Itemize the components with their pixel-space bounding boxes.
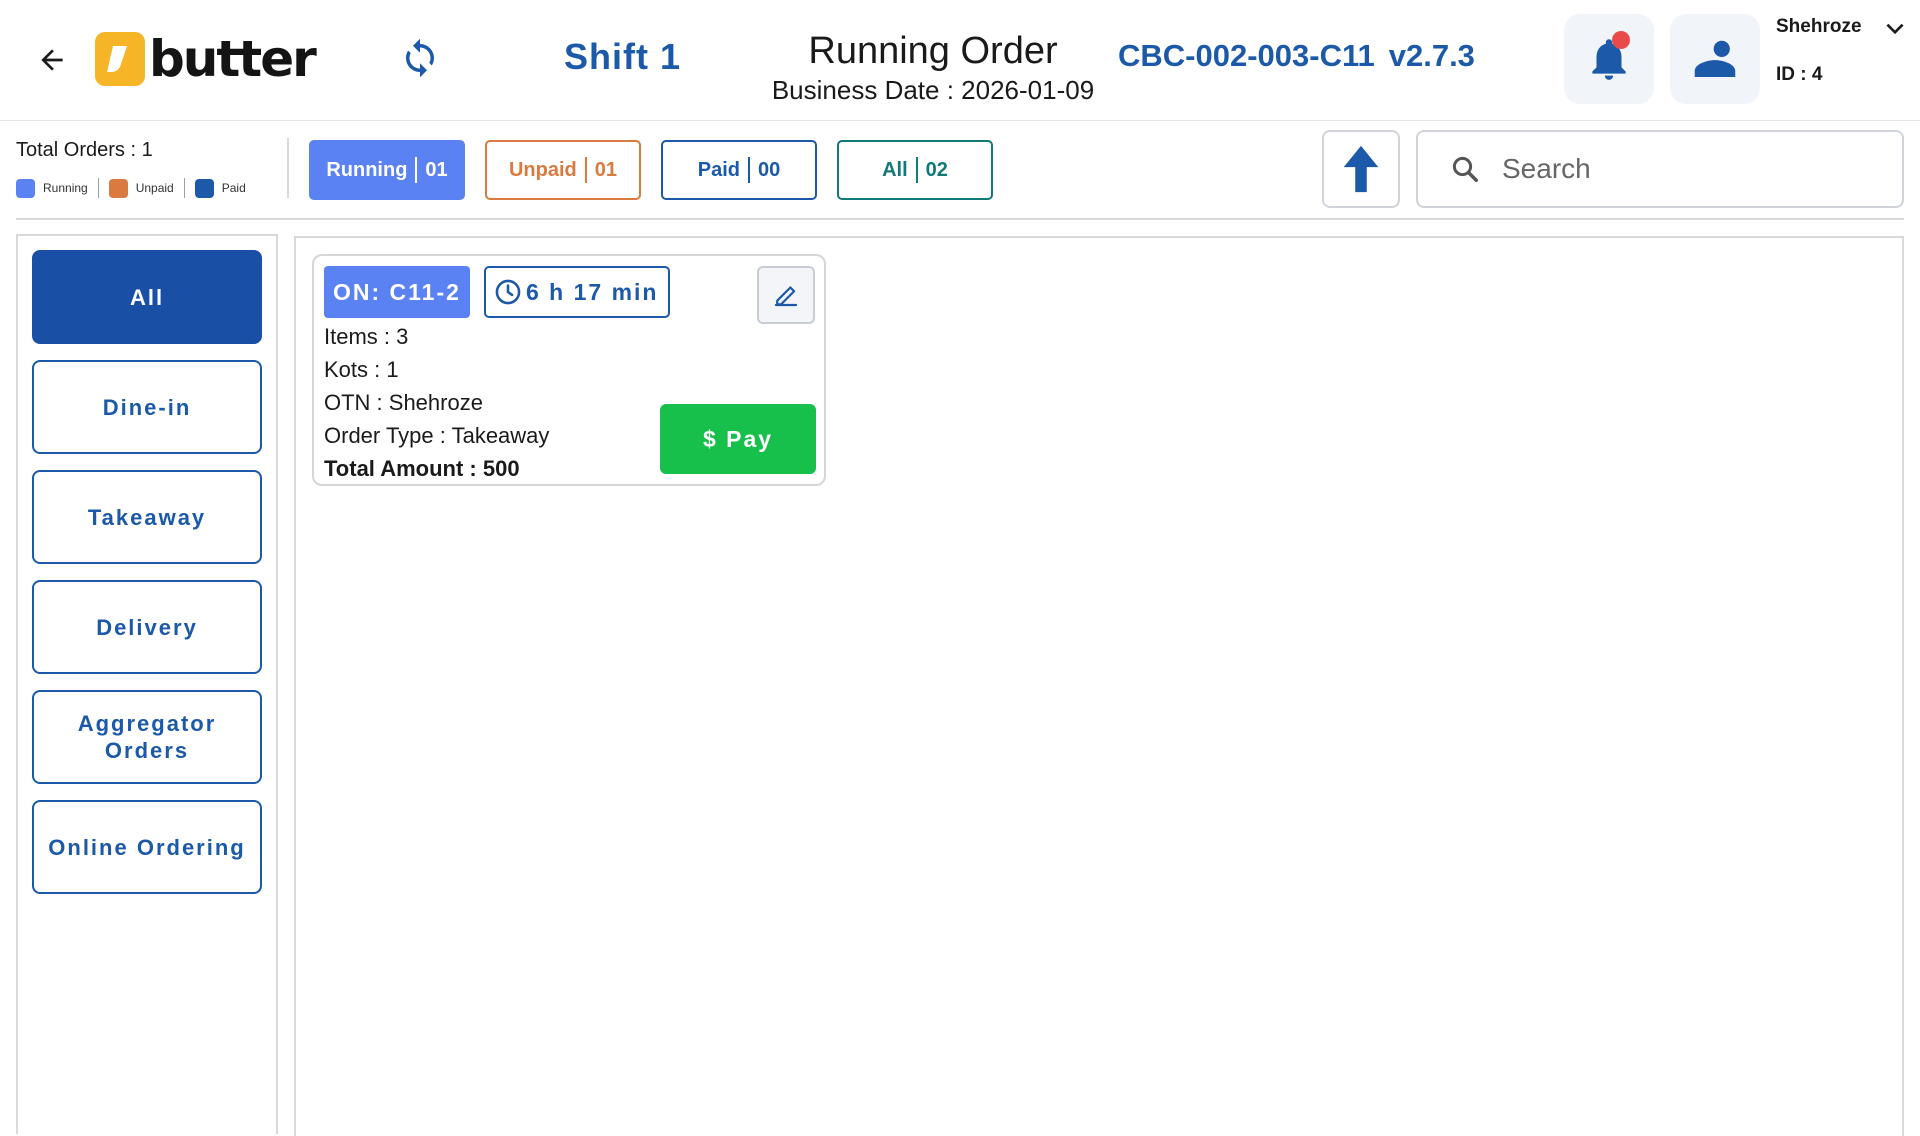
business-date: Business Date : 2026-01-09 <box>771 75 1095 105</box>
legend-running: Running <box>16 178 88 198</box>
sidebar-item-online-ordering[interactable]: Online Ordering <box>32 800 262 894</box>
tab-divider <box>415 157 418 183</box>
device-info: CBC-002-003-C11 v2.7.3 <box>1118 38 1475 74</box>
tab-unpaid[interactable]: Unpaid 01 <box>485 140 641 200</box>
edit-order-button[interactable] <box>757 266 815 324</box>
sidebar-item-dine-in[interactable]: Dine-in <box>32 360 262 454</box>
arrow-up-icon <box>1343 145 1379 193</box>
clock-icon <box>494 278 522 306</box>
order-type: Order Type : Takeaway <box>324 423 550 448</box>
order-details: Items : 3 Kots : 1 OTN : Shehroze Order … <box>324 320 549 485</box>
arrow-left-icon <box>41 49 63 71</box>
page-title: Running Order <box>808 30 1058 72</box>
sidebar-item-all[interactable]: All <box>32 250 262 344</box>
notifications-button[interactable] <box>1564 14 1654 104</box>
scroll-up-button[interactable] <box>1322 130 1400 208</box>
order-total-amount: Total Amount : 500 <box>324 456 520 481</box>
tab-label: Running <box>326 158 408 181</box>
tab-count: 01 <box>594 158 618 181</box>
elapsed-time-badge: 6 h 17 min <box>484 266 671 318</box>
tab-count: 01 <box>425 158 448 181</box>
search-box[interactable] <box>1416 130 1904 208</box>
device-id: CBC-002-003-C11 <box>1118 38 1375 73</box>
order-type-sidebar: All Dine-in Takeaway Delivery Aggregator… <box>16 234 278 1134</box>
sidebar-item-takeaway[interactable]: Takeaway <box>32 470 262 564</box>
search-input[interactable] <box>1502 153 1882 185</box>
logo-text: butter <box>149 30 317 88</box>
legend-divider <box>183 178 185 198</box>
total-orders: Total Orders : 1 <box>16 139 153 161</box>
order-kots: Kots : 1 <box>324 357 399 382</box>
search-icon <box>1448 152 1482 186</box>
notification-dot <box>1612 31 1630 49</box>
title-block: Running Order Business Date : 2026-01-09 <box>740 28 1126 106</box>
tab-count: 00 <box>758 158 781 181</box>
butter-logo: butter <box>95 30 317 88</box>
status-legend: Running Unpaid Paid <box>16 178 246 198</box>
filter-divider <box>287 138 289 198</box>
user-name: Shehroze <box>1776 16 1862 37</box>
tab-divider <box>748 157 750 183</box>
user-id: ID : 4 <box>1776 64 1823 85</box>
back-button[interactable] <box>32 40 72 80</box>
tab-all[interactable]: All 02 <box>837 140 993 200</box>
filter-bar: Total Orders : 1 Running Unpaid Paid Run… <box>0 122 1920 220</box>
legend-label: Unpaid <box>135 181 174 195</box>
filter-bar-divider <box>16 218 1904 220</box>
user-icon <box>1694 40 1736 77</box>
shift-label: Shift 1 <box>564 36 682 77</box>
legend-swatch-running <box>16 178 35 198</box>
tab-count: 02 <box>925 158 948 181</box>
pencil-icon <box>774 286 798 307</box>
logo-mark-icon <box>95 32 145 86</box>
refresh-icon <box>406 38 434 78</box>
tab-label: Unpaid <box>508 158 577 181</box>
profile-button[interactable] <box>1670 14 1760 104</box>
order-otn: OTN : Shehroze <box>324 390 483 415</box>
sidebar-item-aggregator-orders[interactable]: Aggregator Orders <box>32 690 262 784</box>
order-number-badge: ON: C11-2 <box>324 266 470 318</box>
sidebar-item-delivery[interactable]: Delivery <box>32 580 262 674</box>
chevron-down-icon <box>1886 23 1904 35</box>
legend-unpaid: Unpaid <box>108 178 174 198</box>
orders-panel: ON: C11-2 6 h 17 min Items : 3 Kots : 1 … <box>294 236 1904 1136</box>
user-menu-dropdown[interactable] <box>1880 14 1910 44</box>
tab-running[interactable]: Running 01 <box>309 140 465 200</box>
pay-button[interactable]: $ Pay <box>660 404 816 474</box>
legend-divider <box>97 178 99 198</box>
elapsed-time: 6 h 17 min <box>526 278 659 305</box>
order-items: Items : 3 <box>324 324 409 349</box>
legend-swatch-unpaid <box>108 178 128 198</box>
tab-label: Paid <box>697 158 740 181</box>
tab-label: All <box>882 158 908 181</box>
tab-paid[interactable]: Paid 00 <box>661 140 817 200</box>
legend-paid: Paid <box>194 178 246 198</box>
tab-divider <box>584 157 587 183</box>
tab-divider <box>915 157 918 183</box>
legend-swatch-paid <box>194 178 214 198</box>
app-version: v2.7.3 <box>1388 38 1475 73</box>
refresh-button[interactable] <box>398 36 442 80</box>
app-header: butter Shift 1 Running Order Business Da… <box>0 0 1920 121</box>
order-card[interactable]: ON: C11-2 6 h 17 min Items : 3 Kots : 1 … <box>312 254 826 486</box>
legend-label: Paid <box>221 181 246 195</box>
legend-label: Running <box>43 181 88 195</box>
